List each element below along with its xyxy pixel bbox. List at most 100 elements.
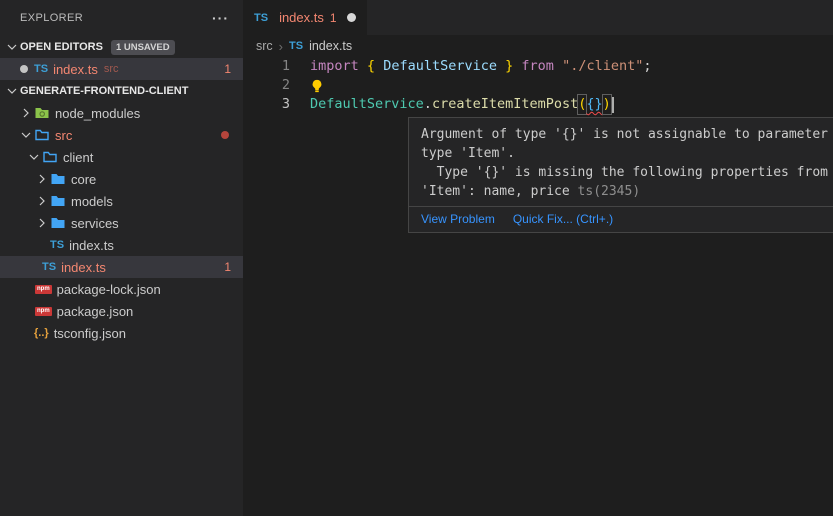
code-token: { bbox=[367, 57, 375, 76]
code-token: DefaultService bbox=[383, 57, 497, 76]
open-editors-section-header[interactable]: OPEN EDITORS 1 UNSAVED bbox=[0, 36, 243, 58]
error-message: Argument of type '{}' is not assignable … bbox=[409, 118, 833, 206]
tree-item[interactable]: src bbox=[0, 124, 243, 146]
more-actions-icon[interactable]: ··· bbox=[212, 10, 229, 26]
typescript-icon: TS bbox=[42, 261, 56, 273]
tree-item[interactable]: TS index.ts bbox=[0, 234, 243, 256]
unsaved-dot-icon bbox=[20, 65, 28, 73]
tree-item[interactable]: {..} tsconfig.json bbox=[0, 322, 243, 344]
tree-item-label: tsconfig.json bbox=[54, 326, 126, 341]
chevron-right-icon[interactable] bbox=[18, 105, 34, 121]
folder-open-icon bbox=[34, 127, 50, 143]
tree-item-label: models bbox=[71, 194, 113, 209]
workspace-section-header[interactable]: GENERATE-FRONTEND-CLIENT bbox=[0, 80, 243, 102]
text-cursor-icon bbox=[612, 97, 614, 113]
open-editors-list: TS index.ts src 1 bbox=[0, 58, 243, 80]
tab-index-ts[interactable]: TS index.ts 1 bbox=[243, 0, 367, 35]
chevron-down-icon bbox=[4, 39, 20, 55]
error-dot-icon bbox=[221, 131, 229, 139]
chevron-down-icon bbox=[4, 83, 20, 99]
tree-item[interactable]: core bbox=[0, 168, 243, 190]
json-braces-icon: {..} bbox=[34, 327, 49, 339]
view-problem-link[interactable]: View Problem bbox=[421, 212, 495, 226]
breadcrumb: src › TS index.ts bbox=[243, 35, 833, 57]
code-token: DefaultService bbox=[310, 95, 424, 114]
folder-icon bbox=[50, 171, 66, 187]
vscode-window: { "colors": { "sidebar_bg": "#252526", "… bbox=[0, 0, 833, 516]
quick-fix-link[interactable]: Quick Fix... (Ctrl+.) bbox=[513, 212, 613, 226]
lightbulb-icon[interactable] bbox=[310, 79, 324, 93]
open-editor-file-path: src bbox=[104, 63, 119, 75]
breadcrumb-folder[interactable]: src bbox=[256, 39, 273, 53]
unsaved-count-badge: 1 UNSAVED bbox=[111, 40, 175, 55]
error-count-badge: 1 bbox=[224, 260, 231, 274]
code-area[interactable]: 1 import { DefaultService } from "./clie… bbox=[243, 57, 833, 114]
open-editor-file-name: index.ts bbox=[53, 62, 98, 77]
code-line[interactable]: 3 DefaultService.createItemItemPost({}) bbox=[243, 95, 833, 114]
typescript-icon: TS bbox=[50, 239, 64, 251]
chevron-right-icon[interactable] bbox=[34, 171, 50, 187]
tree-item-label: index.ts bbox=[61, 260, 106, 275]
npm-icon: npm bbox=[35, 307, 52, 316]
open-editors-label: OPEN EDITORS bbox=[20, 41, 103, 53]
tree-item[interactable]: services bbox=[0, 212, 243, 234]
workspace-name: GENERATE-FRONTEND-CLIENT bbox=[20, 85, 188, 97]
open-editor-item[interactable]: TS index.ts src 1 bbox=[0, 58, 243, 80]
code-token bbox=[497, 57, 505, 76]
breadcrumb-file[interactable]: index.ts bbox=[309, 39, 352, 53]
code-token: ( bbox=[578, 95, 586, 114]
tree-item[interactable]: npm package-lock.json bbox=[0, 278, 243, 300]
code-line[interactable]: 1 import { DefaultService } from "./clie… bbox=[243, 57, 833, 76]
code-token: {} bbox=[586, 95, 602, 114]
error-hover-tooltip: Argument of type '{}' is not assignable … bbox=[408, 117, 833, 233]
code-token: ) bbox=[603, 95, 611, 114]
tree-item-label: package.json bbox=[57, 304, 134, 319]
tab-title: index.ts bbox=[279, 10, 324, 25]
chevron-down-icon[interactable] bbox=[18, 127, 34, 143]
tooltip-actions: View Problem Quick Fix... (Ctrl+.) bbox=[409, 206, 833, 232]
code-token: } bbox=[505, 57, 513, 76]
file-tree: node_modules src client core models serv… bbox=[0, 102, 243, 344]
tree-item[interactable]: client bbox=[0, 146, 243, 168]
npm-icon: npm bbox=[35, 285, 52, 294]
error-message-line: Argument of type '{}' is not assignable … bbox=[421, 125, 833, 144]
tree-item-label: client bbox=[63, 150, 93, 165]
explorer-sidebar: EXPLORER ··· OPEN EDITORS 1 UNSAVED TS i… bbox=[0, 0, 243, 516]
chevron-right-icon[interactable] bbox=[34, 193, 50, 209]
tree-item-label: src bbox=[55, 128, 72, 143]
code-token bbox=[375, 57, 383, 76]
line-number: 3 bbox=[243, 95, 290, 114]
modified-dot-icon[interactable] bbox=[347, 13, 356, 22]
typescript-icon: TS bbox=[254, 12, 268, 24]
tree-item-label: package-lock.json bbox=[57, 282, 161, 297]
code-token: createItemItemPost bbox=[432, 95, 578, 114]
tree-item[interactable]: node_modules bbox=[0, 102, 243, 124]
code-token bbox=[359, 57, 367, 76]
error-message-line: type 'Item'. bbox=[421, 144, 833, 163]
chevron-down-icon[interactable] bbox=[26, 149, 42, 165]
line-number: 1 bbox=[243, 57, 290, 76]
explorer-title: EXPLORER bbox=[20, 12, 83, 24]
code-token: import bbox=[310, 57, 359, 76]
code-token bbox=[513, 57, 521, 76]
folder-icon bbox=[50, 193, 66, 209]
code-line[interactable]: 2 bbox=[243, 76, 833, 95]
tree-item-label: node_modules bbox=[55, 106, 140, 121]
tree-item[interactable]: npm package.json bbox=[0, 300, 243, 322]
folder-open-icon bbox=[42, 149, 58, 165]
node-modules-folder-icon bbox=[34, 105, 50, 121]
tree-item-label: services bbox=[71, 216, 119, 231]
tree-item[interactable]: TS index.ts 1 bbox=[0, 256, 243, 278]
tree-item-label: core bbox=[71, 172, 96, 187]
chevron-right-icon[interactable] bbox=[34, 215, 50, 231]
tree-item[interactable]: models bbox=[0, 190, 243, 212]
typescript-icon: TS bbox=[34, 63, 48, 75]
code-token bbox=[554, 57, 562, 76]
tab-bar: TS index.ts 1 bbox=[243, 0, 833, 35]
line-number: 2 bbox=[243, 76, 290, 95]
error-count-badge: 1 bbox=[224, 62, 231, 76]
explorer-header: EXPLORER ··· bbox=[0, 0, 243, 36]
code-token: . bbox=[424, 95, 432, 114]
breadcrumb-separator: › bbox=[279, 39, 283, 54]
error-message-line: Type '{}' is missing the following prope… bbox=[421, 163, 833, 182]
